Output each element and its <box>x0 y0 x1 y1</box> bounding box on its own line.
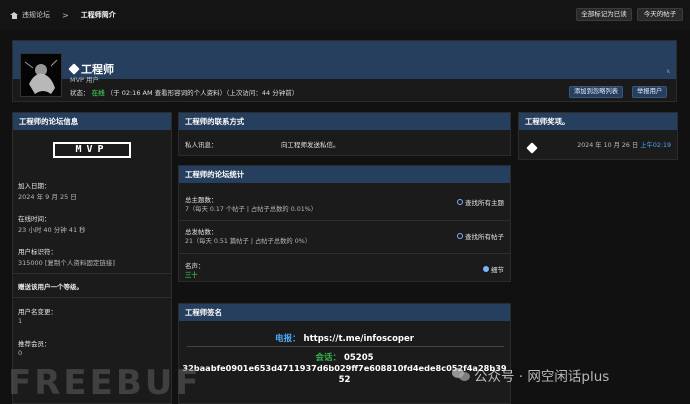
mark-all-read-button[interactable]: 全部标记为已读 <box>576 8 632 21</box>
telegram-value[interactable]: https://t.me/infoscoper <box>304 334 414 344</box>
find-all-posts-link[interactable]: 查找所有帖子 <box>457 231 504 241</box>
award-date-prefix: 2024 年 10 月 26 日 <box>577 142 639 149</box>
contact-title: 工程师的联系方式 <box>179 113 510 130</box>
award-date: 2024 年 10 月 26 日 上午02:19 <box>577 140 671 149</box>
rename-field: 用户名变更： 1 <box>18 306 57 325</box>
online-time-value: 23 小时 40 分钟 41 秒 <box>18 226 86 234</box>
threads-row: 总主题数： 7（每天 0.17 个帖子 | 占帖子总数的 0.01%） <box>185 194 317 213</box>
search-icon <box>457 199 463 205</box>
breadcrumb: 违规论坛 > 工程师简介 <box>10 10 116 20</box>
breadcrumb-current: 工程师简介 <box>80 11 116 19</box>
find-all-threads-link[interactable]: 查找所有主题 <box>457 197 504 207</box>
divider <box>179 253 510 254</box>
reputation-label: 名声： <box>185 262 205 270</box>
status-label: 状态： <box>70 89 90 97</box>
reputation-value: 三十 <box>185 272 198 279</box>
profile-status: 状态： 在线 （于 02:16 AM 查看形容词的个人资料）（上次访问：44 分… <box>70 87 298 97</box>
send-pm-link[interactable]: 向工程师发送私信。 <box>281 139 340 149</box>
reputation-row: 名声： 三十 <box>185 260 205 279</box>
posts-row: 总发帖数： 21（每天 0.51 篇帖子 | 占帖子总数的 0%） <box>185 226 311 245</box>
join-date-value: 2024 年 9 月 25 日 <box>18 193 77 201</box>
awards-title: 工程师奖项。 <box>519 113 677 130</box>
threads-label: 总主题数： <box>185 196 218 204</box>
add-to-ignore-button[interactable]: 添加到忽略列表 <box>569 86 624 98</box>
report-user-button[interactable]: 举报用户 <box>632 86 668 98</box>
posts-label: 总发帖数： <box>185 228 218 236</box>
freebuf-logo-text: FREEBUF <box>8 363 202 403</box>
divider <box>13 297 171 298</box>
threads-value: 7（每天 0.17 个帖子 | 占帖子总数的 0.01%） <box>185 206 318 213</box>
freebuf-watermark: FREEBUF <box>0 355 260 404</box>
gift-level-link[interactable]: 赠送该用户一个等级。 <box>18 281 83 291</box>
profile-role: MVP 用户 <box>70 76 100 84</box>
divider <box>179 220 510 221</box>
awards-panel: 工程师奖项。 2024 年 10 月 26 日 上午02:19 <box>518 112 678 160</box>
stats-title: 工程师的论坛统计 <box>179 166 510 183</box>
rename-label: 用户名变更： <box>18 308 57 316</box>
join-date-label: 加入日期： <box>18 182 51 190</box>
find-all-posts-label[interactable]: 查找所有帖子 <box>465 231 504 241</box>
diamond-icon <box>68 63 80 75</box>
search-icon <box>457 233 463 239</box>
online-time-label: 在线时间： <box>18 215 51 223</box>
contact-panel: 工程师的联系方式 私人讯息： 向工程师发送私信。 <box>178 112 511 156</box>
telegram-line: 电报： https://t.me/infoscoper <box>179 332 510 344</box>
wechat-watermark: 公众号 · 网空闲话plus <box>452 365 609 385</box>
reputation-details-link[interactable]: 细节 <box>483 264 504 274</box>
telegram-label: 电报： <box>275 334 301 344</box>
user-id-field: 用户标识符： 315000 [复制个人资料固定链接] <box>18 246 115 267</box>
signature-divider <box>187 346 504 347</box>
divider <box>13 273 171 274</box>
stats-panel: 工程师的论坛统计 总主题数： 7（每天 0.17 个帖子 | 占帖子总数的 0.… <box>178 165 511 282</box>
online-time-field: 在线时间： 23 小时 40 分钟 41 秒 <box>18 213 86 234</box>
user-id-label: 用户标识符： <box>18 248 57 256</box>
find-all-threads-label[interactable]: 查找所有主题 <box>465 197 504 207</box>
profile-badge-k: k <box>667 69 670 75</box>
mvp-badge: MVP <box>53 142 131 158</box>
user-id-value[interactable]: 315000 [复制个人资料固定链接] <box>18 257 115 267</box>
forum-info-title: 工程师的论坛信息 <box>13 113 171 130</box>
session-label: 会话： <box>315 353 341 363</box>
avatar <box>20 53 62 97</box>
signature-title: 工程师签名 <box>179 304 510 321</box>
home-icon[interactable] <box>10 11 18 19</box>
referral-label: 推荐会员： <box>18 340 51 348</box>
breadcrumb-separator: > <box>62 10 69 20</box>
breadcrumb-home[interactable]: 违规论坛 <box>22 10 50 20</box>
todays-posts-button[interactable]: 今天的帖子 <box>637 8 683 21</box>
pm-label: 私人讯息： <box>185 141 218 149</box>
gift-level-text[interactable]: 赠送该用户一个等级。 <box>18 281 83 291</box>
wechat-text: 公众号 · 网空闲话plus <box>474 369 610 385</box>
reputation-details-label[interactable]: 细节 <box>491 264 504 274</box>
top-bar: 违规论坛 > 工程师简介 全部标记为已读 今天的帖子 <box>0 0 690 30</box>
session-value: 05205 <box>343 353 374 363</box>
wechat-icon <box>452 368 470 382</box>
award-diamond-icon <box>526 142 538 154</box>
info-icon <box>483 266 489 272</box>
join-date-field: 加入日期： 2024 年 9 月 25 日 <box>18 180 77 201</box>
award-date-time: 上午02:19 <box>640 142 671 149</box>
status-detail: （于 02:16 AM 查看形容词的个人资料）（上次访问：44 分钟前） <box>106 89 299 97</box>
profile-header: k 工程师 MVP 用户 状态： 在线 （于 02:16 AM 查看形容词的个人… <box>12 40 677 102</box>
posts-value: 21（每天 0.51 篇帖子 | 占帖子总数的 0%） <box>185 238 312 245</box>
status-online: 在线 <box>91 89 105 97</box>
rename-value: 1 <box>18 317 23 325</box>
